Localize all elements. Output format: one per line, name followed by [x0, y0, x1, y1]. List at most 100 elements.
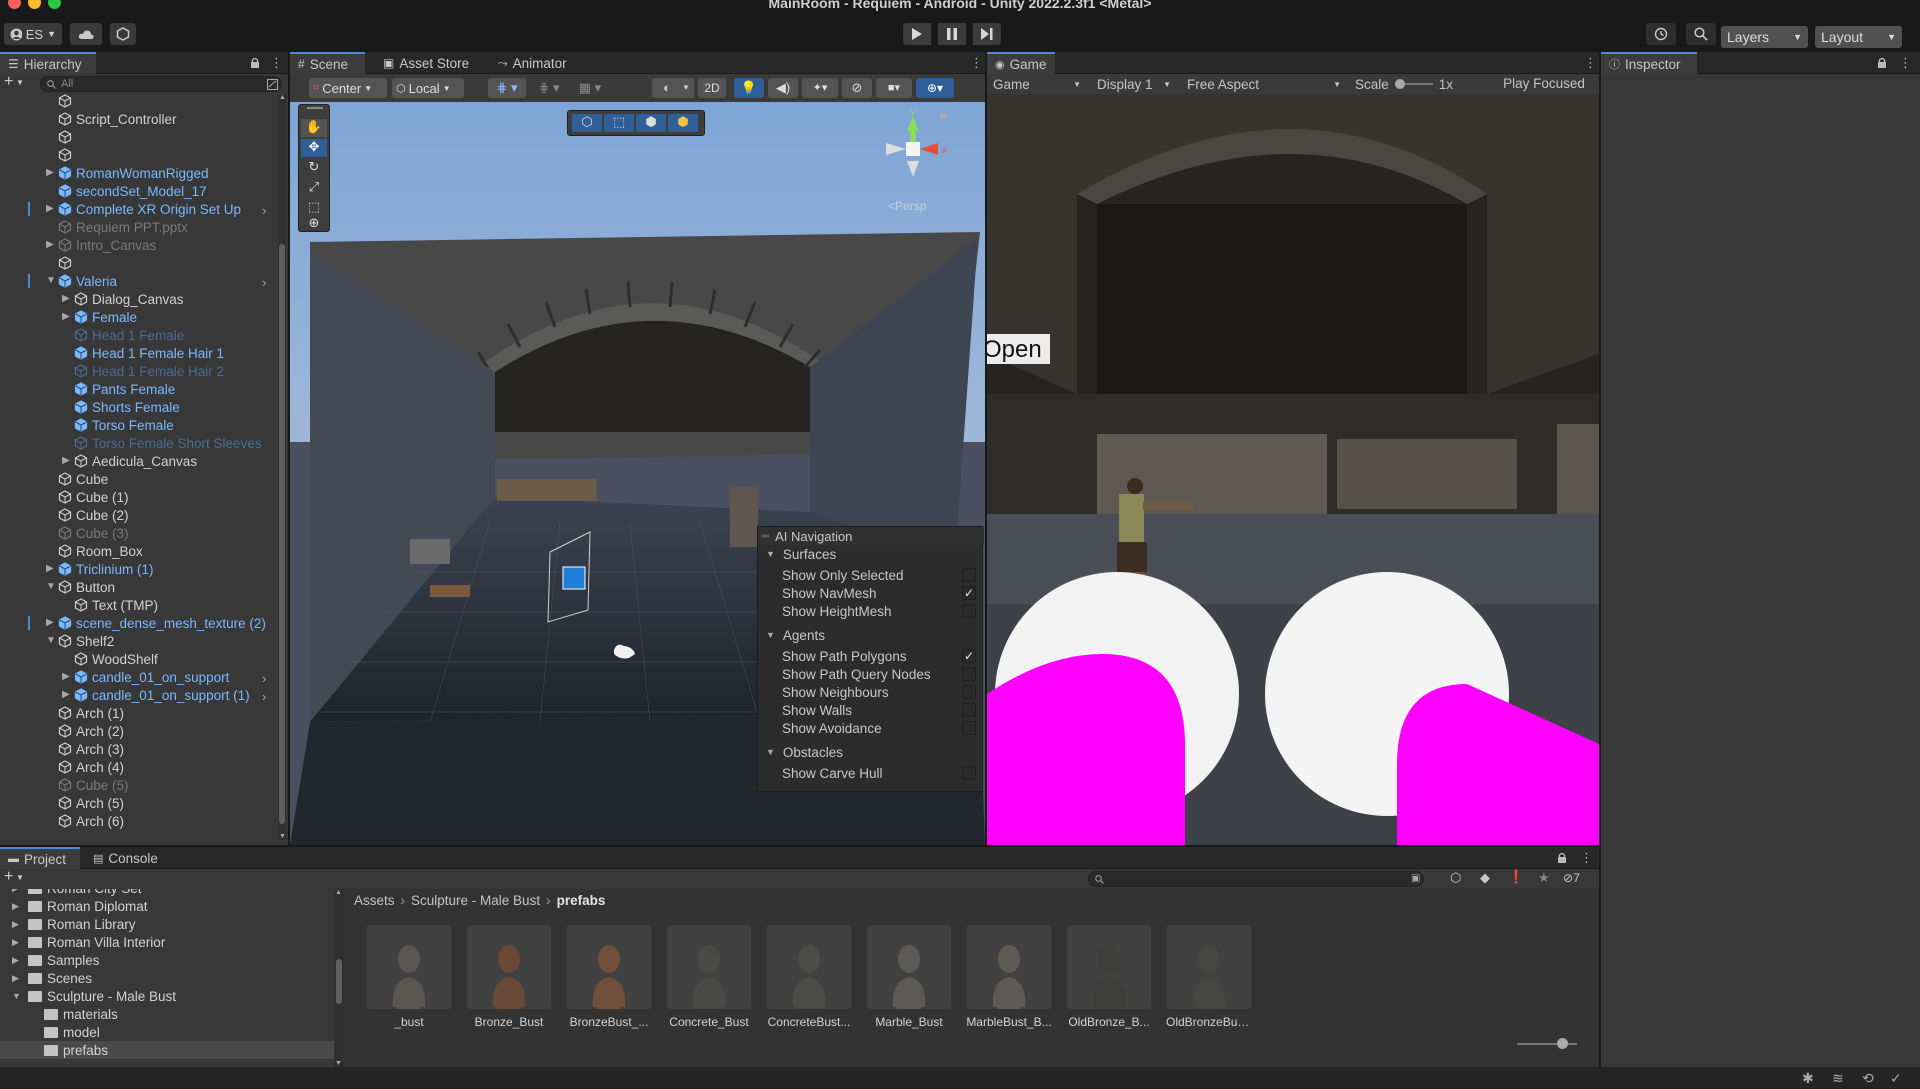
ai-nav-option-checkbox[interactable]	[962, 685, 976, 699]
breadcrumb-item[interactable]: prefabs	[557, 893, 606, 908]
project-folder-row[interactable]: materials	[44, 1005, 334, 1023]
scene-viewport[interactable]: ✋ ✥ ↻ ⤢ ⬚ ⊕ ⬡ ⬚ ⬢ ⬢ y x <Persp ═ AI Navi…	[290, 102, 985, 845]
hierarchy-row[interactable]: ▼ Shelf2	[46, 632, 114, 650]
hierarchy-scrollbar[interactable]: ▲ ▼	[278, 94, 286, 840]
cloud-button[interactable]	[70, 23, 102, 45]
folder-scrollbar[interactable]: ▲ ▼	[334, 889, 344, 1067]
project-folder-row[interactable]: prefabs	[0, 1041, 334, 1059]
project-folder-row[interactable]: model	[44, 1023, 334, 1041]
hierarchy-row[interactable]: Head 1 Female Hair 2	[74, 362, 224, 380]
filter-icon[interactable]	[267, 79, 278, 90]
chevron-down-icon[interactable]: ▼	[16, 873, 24, 882]
hierarchy-row[interactable]	[58, 94, 76, 110]
hierarchy-row[interactable]: Text (TMP)	[74, 596, 158, 614]
hierarchy-row[interactable]: Arch (6)	[58, 812, 124, 830]
project-folder-row[interactable]: ▶ Roman Villa Interior	[12, 933, 334, 951]
hierarchy-row[interactable]: ▶ candle_01_on_support (1)	[62, 686, 250, 704]
hierarchy-row[interactable]: ▶ RomanWomanRigged	[46, 164, 209, 182]
lock-icon[interactable]	[1557, 852, 1567, 864]
zoom-slider-thumb[interactable]	[1557, 1038, 1568, 1049]
hierarchy-row[interactable]: Arch (2)	[58, 722, 124, 740]
scrollbar-thumb[interactable]	[336, 959, 342, 1004]
hierarchy-row[interactable]: ▶ Aedicula_Canvas	[62, 452, 197, 470]
face-mode-button[interactable]: ⬢	[636, 114, 666, 132]
hierarchy-row[interactable]: Torso Female	[74, 416, 174, 434]
hierarchy-row[interactable]: Cube (5)	[58, 776, 129, 794]
ai-nav-section-header[interactable]: ▼ Obstacles	[758, 743, 984, 761]
open-prefab-arrow-icon[interactable]: ›	[262, 275, 266, 290]
ai-nav-option-checkbox[interactable]	[962, 667, 976, 681]
grid-toggle-button[interactable]: ▦ ▾	[570, 78, 610, 98]
hierarchy-row[interactable]: ▼ Valeria	[46, 272, 117, 290]
more-options-icon[interactable]: ⋮	[1580, 850, 1593, 866]
shading-mode-button[interactable]: ◐	[652, 78, 682, 98]
tools-drag-handle[interactable]	[307, 107, 323, 109]
pivot-local-dropdown[interactable]: ⬡ Local ▼	[392, 78, 464, 98]
hierarchy-row[interactable]: Pants Female	[74, 380, 175, 398]
rotate-tool-button[interactable]: ↻	[301, 159, 327, 177]
play-button[interactable]	[903, 23, 931, 45]
hidden-objects-toggle[interactable]: ⊘	[842, 78, 872, 98]
expand-arrow-open-icon[interactable]: ▼	[46, 275, 56, 286]
search-type-icon[interactable]: ▣	[1411, 873, 1420, 884]
hierarchy-row[interactable]	[58, 254, 76, 272]
ai-nav-section-header[interactable]: ▼ Agents	[758, 626, 984, 644]
pause-button[interactable]	[938, 23, 966, 45]
project-search-input[interactable]: ▣	[1088, 871, 1424, 887]
filter-by-label-icon[interactable]: ◆	[1480, 870, 1490, 886]
shading-dropdown[interactable]: ▼	[682, 78, 694, 98]
lock-icon[interactable]	[250, 57, 260, 69]
hierarchy-row[interactable]: ▶ Dialog_Canvas	[62, 290, 184, 308]
game-viewport[interactable]: Open	[987, 94, 1599, 845]
ai-nav-option-checkbox[interactable]	[962, 703, 976, 717]
asset-item[interactable]: ConcreteBust...	[766, 925, 852, 1035]
asset-item[interactable]: MarbleBust_B...	[966, 925, 1052, 1035]
project-folder-row[interactable]: ▶ Roman Diplomat	[12, 897, 334, 915]
hierarchy-row[interactable]: ▶ scene_dense_mesh_texture (2)	[46, 614, 266, 632]
chevron-down-icon[interactable]: ▼	[16, 78, 24, 87]
asset-item[interactable]: OldBronzeBus...	[1166, 925, 1252, 1035]
expand-arrow-icon[interactable]: ▶	[46, 203, 54, 214]
hierarchy-row[interactable]: Requiem PPT.pptx	[58, 218, 188, 236]
search-button[interactable]	[1686, 23, 1716, 45]
more-options-icon[interactable]: ⋮	[270, 55, 283, 71]
scale-slider[interactable]	[1394, 79, 1433, 89]
hierarchy-row[interactable]: ▶ Intro_Canvas	[46, 236, 156, 254]
more-options-icon[interactable]: ⋮	[970, 55, 983, 71]
hierarchy-row[interactable]: Arch (3)	[58, 740, 124, 758]
expand-arrow-icon[interactable]: ▶	[62, 293, 70, 304]
ai-nav-option-checkbox[interactable]: ✓	[962, 586, 976, 600]
tab-inspector[interactable]: ⓘ Inspector	[1601, 52, 1697, 74]
open-prefab-arrow-icon[interactable]: ›	[262, 671, 266, 686]
tab-scene[interactable]: # Scene	[290, 52, 365, 74]
expand-arrow-icon[interactable]: ▶	[46, 563, 54, 574]
breadcrumb-item[interactable]: Sculpture - Male Bust	[411, 893, 540, 908]
tab-hierarchy[interactable]: ☰ Hierarchy	[0, 52, 96, 74]
favorite-icon[interactable]: ★	[1538, 870, 1550, 886]
history-button[interactable]	[1646, 23, 1676, 45]
progress-icon[interactable]: ⟲	[1862, 1070, 1874, 1087]
layout-dropdown[interactable]: Layout ▼	[1815, 26, 1902, 48]
expand-arrow-open-icon[interactable]: ▼	[12, 991, 21, 1001]
ai-nav-option-checkbox[interactable]	[962, 568, 976, 582]
audio-toggle[interactable]: ◀)	[768, 78, 798, 98]
expand-arrow-icon[interactable]: ▶	[62, 311, 70, 322]
expand-arrow-icon[interactable]: ▶	[12, 901, 19, 912]
edge-mode-button[interactable]: ⬚	[604, 114, 634, 132]
expand-arrow-icon[interactable]: ▶	[46, 239, 54, 250]
open-prefab-arrow-icon[interactable]: ›	[262, 203, 266, 218]
step-button[interactable]	[973, 23, 1001, 45]
hierarchy-row[interactable]: ▶ Female	[62, 308, 137, 326]
tab-project[interactable]: ▬ Project	[0, 847, 80, 869]
scrollbar-thumb[interactable]	[279, 244, 285, 824]
vertex-mode-button[interactable]: ⬢	[668, 114, 698, 132]
increment-snap-button[interactable]: ⋕ ▾	[532, 78, 566, 98]
hierarchy-row[interactable]: Arch (4)	[58, 758, 124, 776]
more-options-icon[interactable]: ⋮	[1899, 55, 1912, 71]
project-folder-row[interactable]: ▶ Samples	[12, 951, 334, 969]
filter-by-type-icon[interactable]: ⬡	[1450, 870, 1461, 886]
project-folder-row[interactable]: ▶ Roman City Set	[12, 889, 334, 897]
collab-button[interactable]	[110, 23, 136, 45]
expand-arrow-icon[interactable]: ▶	[46, 167, 54, 178]
layers-dropdown[interactable]: Layers ▼	[1721, 26, 1808, 48]
